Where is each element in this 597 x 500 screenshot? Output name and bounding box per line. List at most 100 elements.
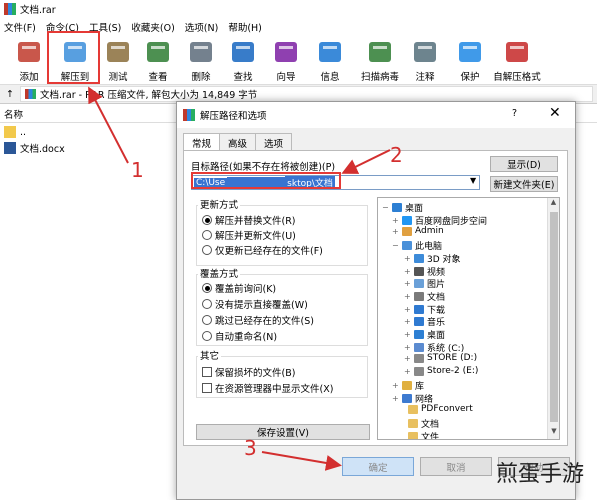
tree-expander-icon[interactable]: + [392,394,402,403]
chevron-down-icon[interactable]: ▼ [470,176,476,185]
tab-general[interactable]: 常规 [183,133,221,151]
tree-expander-icon[interactable]: + [404,343,414,352]
toolbar-button-3[interactable]: 查看 [140,37,176,83]
tree-node[interactable]: + 图片 [404,277,445,290]
toolbar-button-0[interactable]: 添加 [14,37,44,83]
tree-node[interactable]: + 下载 [404,303,445,316]
column-name[interactable]: 名称 [4,107,23,121]
toolbar-button-2[interactable]: 测试 [100,37,136,83]
tree-expander-icon[interactable]: + [404,279,414,288]
library-icon [402,380,412,390]
tree-node-label: STORE (D:) [427,353,478,364]
tree-expander-icon[interactable]: + [392,381,402,390]
update-option-update[interactable]: 解压并更新文件(U) [202,228,296,242]
radio-icon[interactable] [202,331,212,341]
menu-file[interactable]: 文件(F) [4,20,36,34]
tree-expander-icon[interactable]: + [404,330,414,339]
radio-icon[interactable] [202,245,212,255]
toolbar-button-4[interactable]: 删除 [183,37,219,83]
toolbar-button-7[interactable]: 信息 [312,37,348,83]
tree-node[interactable]: + 系统 (C:) [404,341,464,354]
overwrite-option-ask[interactable]: 覆盖前询问(K) [202,281,276,295]
list-item[interactable]: 文档.docx [0,140,180,156]
tree-expander-icon[interactable]: + [404,367,414,376]
update-mode-label: 更新方式 [198,197,241,211]
overwrite-option-skip[interactable]: 跳过已经存在的文件(S) [202,313,314,327]
tab-options[interactable]: 选项 [255,133,293,150]
radio-icon[interactable] [202,283,212,293]
show-button[interactable]: 显示(D) [490,156,558,172]
toolbar-button-9[interactable]: 注释 [407,37,443,83]
tree-expander-icon[interactable]: + [404,317,414,326]
checkbox-icon[interactable] [202,383,212,393]
option-label: 保留损坏的文件(B) [215,368,296,379]
tree-node[interactable]: + 库 [392,379,424,392]
toolbar-button-11[interactable]: 自解压格式 [487,37,547,83]
scroll-up-icon[interactable]: ▲ [548,198,559,210]
radio-icon[interactable] [202,299,212,309]
folder-tree[interactable]: ▲ ▼ − 桌面 + 百度网盘同步空间 + Admin − 此电脑 +3D 对象 + 视频 + 图片 + 文… [377,197,560,440]
overwrite-option-silent[interactable]: 没有提示直接覆盖(W) [202,297,308,311]
menu-help[interactable]: 帮助(H) [228,20,262,34]
tree-node[interactable]: + 视频 [404,265,445,278]
menu-favorites[interactable]: 收藏夹(O) [131,20,174,34]
tree-expander-icon[interactable]: − [392,241,402,250]
tree-node[interactable]: + 百度网盘同步空间 [392,214,487,227]
user-icon [402,226,412,236]
tree-node[interactable]: +3D 对象 [404,252,461,265]
keep-broken-checkbox[interactable]: 保留损坏的文件(B) [202,365,295,379]
toolbar-button-8[interactable]: 扫描病毒 [355,37,405,83]
tree-scrollbar[interactable]: ▲ ▼ [547,198,559,439]
tree-node-label: 图片 [427,280,446,291]
overwrite-option-rename[interactable]: 自动重命名(N) [202,329,277,343]
radio-icon[interactable] [202,230,212,240]
tree-expander-icon[interactable]: + [392,216,402,225]
tree-expander-icon[interactable]: + [392,227,402,236]
tree-node[interactable]: 文档 [398,417,439,430]
tree-node[interactable]: − 桌面 [382,201,423,214]
tree-node[interactable]: + 音乐 [404,315,445,328]
toolbar-button-6[interactable]: 向导 [268,37,304,83]
toolbar-button-5[interactable]: 查找 [225,37,261,83]
tree-expander-icon[interactable]: + [404,292,414,301]
cancel-button[interactable]: 取消 [420,457,492,476]
cloud-icon [402,215,412,225]
tree-node[interactable]: PDFconvert [398,404,473,414]
music-icon [414,317,424,327]
tree-node[interactable]: + 桌面 [404,328,445,341]
toolbar-button-10[interactable]: 保护 [452,37,488,83]
tree-node[interactable]: + Store-2 (E:) [404,366,478,376]
help-icon[interactable]: ? [512,108,517,119]
radio-icon[interactable] [202,315,212,325]
trash-icon [190,42,212,62]
tree-node[interactable]: + 网络 [392,392,433,405]
save-settings-button[interactable]: 保存设置(V) [196,424,370,440]
tree-node[interactable]: − 此电脑 [392,239,442,252]
address-path[interactable]: 文档.rar - RAR 压缩文件, 解包大小为 14,849 字节 [20,86,593,102]
toolbar-button-label: 扫描病毒 [360,72,399,83]
tree-expander-icon[interactable]: + [404,254,414,263]
tree-node[interactable]: + 文档 [404,290,445,303]
toolbar-button-label: 信息 [320,72,340,83]
update-option-replace[interactable]: 解压并替换文件(R) [202,213,296,227]
tree-expander-icon[interactable]: + [404,267,414,276]
show-in-explorer-checkbox[interactable]: 在资源管理器中显示文件(X) [202,381,333,395]
tree-expander-icon[interactable]: − [382,203,392,212]
close-icon[interactable]: ✕ [549,105,561,121]
tree-expander-icon[interactable]: + [404,305,414,314]
up-arrow-icon[interactable]: ↑ [0,89,20,100]
scroll-thumb[interactable] [550,212,558,422]
checkbox-icon[interactable] [202,367,212,377]
tree-node[interactable]: + STORE (D:) [404,353,477,363]
ok-button[interactable]: 确定 [342,457,414,476]
tree-node[interactable]: 文件 [398,430,439,439]
menu-options[interactable]: 选项(N) [185,20,219,34]
tab-advanced[interactable]: 高级 [219,133,257,150]
new-folder-button[interactable]: 新建文件夹(E) [490,176,558,192]
scroll-down-icon[interactable]: ▼ [548,427,559,439]
list-item[interactable]: .. [0,124,180,140]
update-option-existing[interactable]: 仅更新已经存在的文件(F) [202,243,323,257]
tree-node[interactable]: + Admin [392,226,444,236]
tree-expander-icon[interactable]: + [404,354,414,363]
radio-icon[interactable] [202,215,212,225]
